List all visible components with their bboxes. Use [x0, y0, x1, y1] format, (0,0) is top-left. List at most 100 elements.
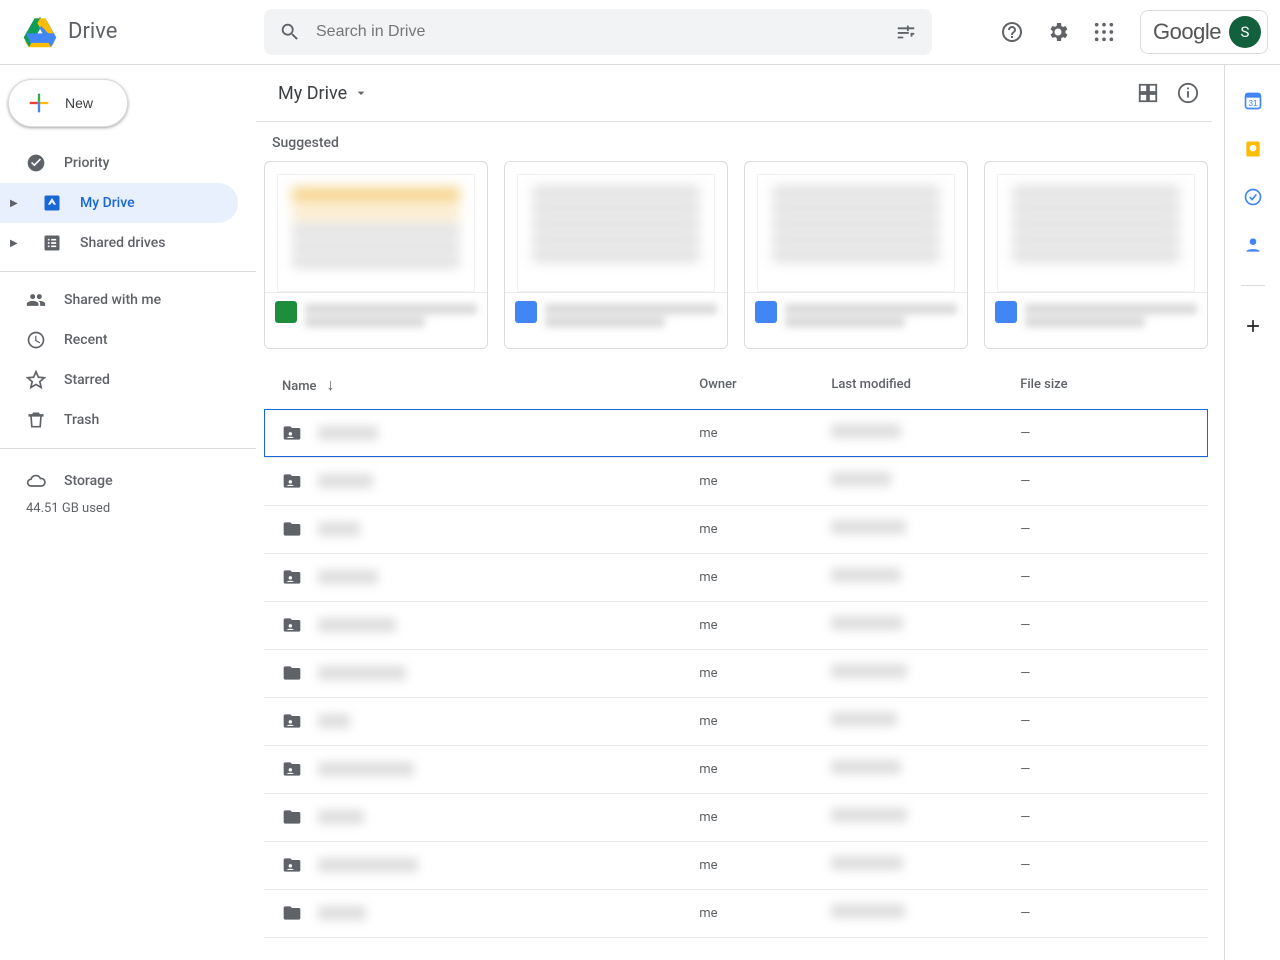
size-cell: — [1019, 553, 1208, 601]
col-owner[interactable]: Owner [698, 361, 830, 409]
redacted-name [318, 858, 418, 872]
sidebar-item-starred[interactable]: Starred [0, 360, 238, 400]
size-cell: — [1019, 601, 1208, 649]
svg-text:31: 31 [1248, 98, 1258, 108]
sidebar-item-trash[interactable]: Trash [0, 400, 238, 440]
table-row[interactable]: me — [264, 841, 1208, 889]
apps-icon[interactable] [1084, 12, 1124, 52]
storage-label: Storage [64, 473, 113, 489]
content-area: My Drive Suggested [256, 65, 1224, 960]
chevron-right-icon[interactable]: ▶ [10, 238, 22, 249]
suggested-thumb [757, 174, 955, 292]
size-cell: — [1019, 649, 1208, 697]
help-icon[interactable] [992, 12, 1032, 52]
table-row[interactable]: me — [264, 889, 1208, 937]
suggested-meta [985, 292, 1207, 348]
location-bar: My Drive [256, 65, 1224, 121]
shareddrives-icon [42, 233, 62, 253]
clock-icon [26, 330, 46, 350]
owner-cell: me [698, 505, 830, 553]
search-input[interactable] [314, 22, 882, 42]
modified-cell [830, 745, 1019, 793]
redacted-name [318, 906, 366, 920]
settings-icon[interactable] [1038, 12, 1078, 52]
suggested-meta [505, 292, 727, 348]
redacted-name [318, 714, 350, 728]
owner-cell: me [698, 889, 830, 937]
owner-cell: me [698, 601, 830, 649]
suggested-card[interactable] [984, 161, 1208, 349]
listing-header: Name↓ Owner Last modified File size [264, 361, 1208, 409]
owner-cell: me [698, 457, 830, 505]
owner-cell: me [698, 841, 830, 889]
table-row[interactable]: me — [264, 601, 1208, 649]
logo-area[interactable]: Drive [8, 12, 256, 52]
account-switcher[interactable]: Google S [1140, 10, 1268, 54]
priority-icon [26, 153, 46, 173]
sidebar-item-mydrive[interactable]: ▶ My Drive [0, 183, 238, 223]
folder-icon [282, 807, 302, 827]
redacted-name [318, 810, 364, 824]
shared-folder-icon [282, 471, 302, 491]
doc-type-icon [995, 301, 1017, 323]
table-row[interactable]: me — [264, 793, 1208, 841]
app-header: Drive Google S [0, 0, 1280, 64]
avatar[interactable]: S [1229, 16, 1261, 48]
search-bar[interactable] [264, 9, 932, 55]
col-modified[interactable]: Last modified [830, 361, 1019, 409]
modified-cell [830, 505, 1019, 553]
tasks-app-icon[interactable] [1233, 177, 1273, 217]
sort-down-icon: ↓ [327, 375, 335, 394]
table-row[interactable]: me — [264, 649, 1208, 697]
view-grid-icon[interactable] [1128, 73, 1168, 113]
people-icon [26, 290, 46, 310]
storage-section[interactable]: Storage 44.51 GB used [0, 453, 256, 524]
size-cell: — [1019, 457, 1208, 505]
modified-cell [830, 649, 1019, 697]
suggested-card[interactable] [264, 161, 488, 349]
search-icon[interactable] [270, 12, 310, 52]
redacted-name [318, 474, 373, 488]
sidebar-item-shareddrives[interactable]: ▶ Shared drives [0, 223, 238, 263]
redacted-name [318, 762, 414, 776]
table-row[interactable]: me — [264, 457, 1208, 505]
drive-logo-icon [20, 12, 60, 52]
owner-cell: me [698, 409, 830, 457]
owner-cell: me [698, 745, 830, 793]
col-name[interactable]: Name↓ [264, 361, 698, 409]
owner-cell: me [698, 553, 830, 601]
table-row[interactable]: me — [264, 697, 1208, 745]
modified-cell [830, 457, 1019, 505]
chevron-right-icon[interactable]: ▶ [10, 198, 22, 209]
search-options-icon[interactable] [886, 12, 926, 52]
table-row[interactable]: me — [264, 409, 1208, 457]
sidebar-item-priority[interactable]: Priority [0, 143, 238, 183]
google-word: Google [1153, 19, 1221, 45]
modified-cell [830, 793, 1019, 841]
chevron-down-icon [353, 85, 369, 101]
suggested-card[interactable] [504, 161, 728, 349]
suggested-row [264, 161, 1208, 361]
modified-cell [830, 553, 1019, 601]
suggested-card[interactable] [744, 161, 968, 349]
details-icon[interactable] [1168, 73, 1208, 113]
folder-icon [282, 903, 302, 923]
storage-usage: 44.51 GB used [26, 501, 230, 516]
redacted-name [318, 618, 396, 632]
sidebar-item-sharedwithme[interactable]: Shared with me [0, 280, 238, 320]
sidebar-item-recent[interactable]: Recent [0, 320, 238, 360]
location-dropdown[interactable]: My Drive [272, 79, 375, 108]
calendar-app-icon[interactable]: 31 [1233, 81, 1273, 121]
redacted-name [318, 666, 406, 680]
addons-plus-icon[interactable] [1233, 306, 1273, 346]
contacts-app-icon[interactable] [1233, 225, 1273, 265]
new-button[interactable]: New [8, 79, 128, 127]
table-row[interactable]: me — [264, 553, 1208, 601]
plus-icon [25, 89, 53, 117]
shared-folder-icon [282, 759, 302, 779]
shared-folder-icon [282, 711, 302, 731]
table-row[interactable]: me — [264, 745, 1208, 793]
table-row[interactable]: me — [264, 505, 1208, 553]
col-size[interactable]: File size [1019, 361, 1208, 409]
keep-app-icon[interactable] [1233, 129, 1273, 169]
